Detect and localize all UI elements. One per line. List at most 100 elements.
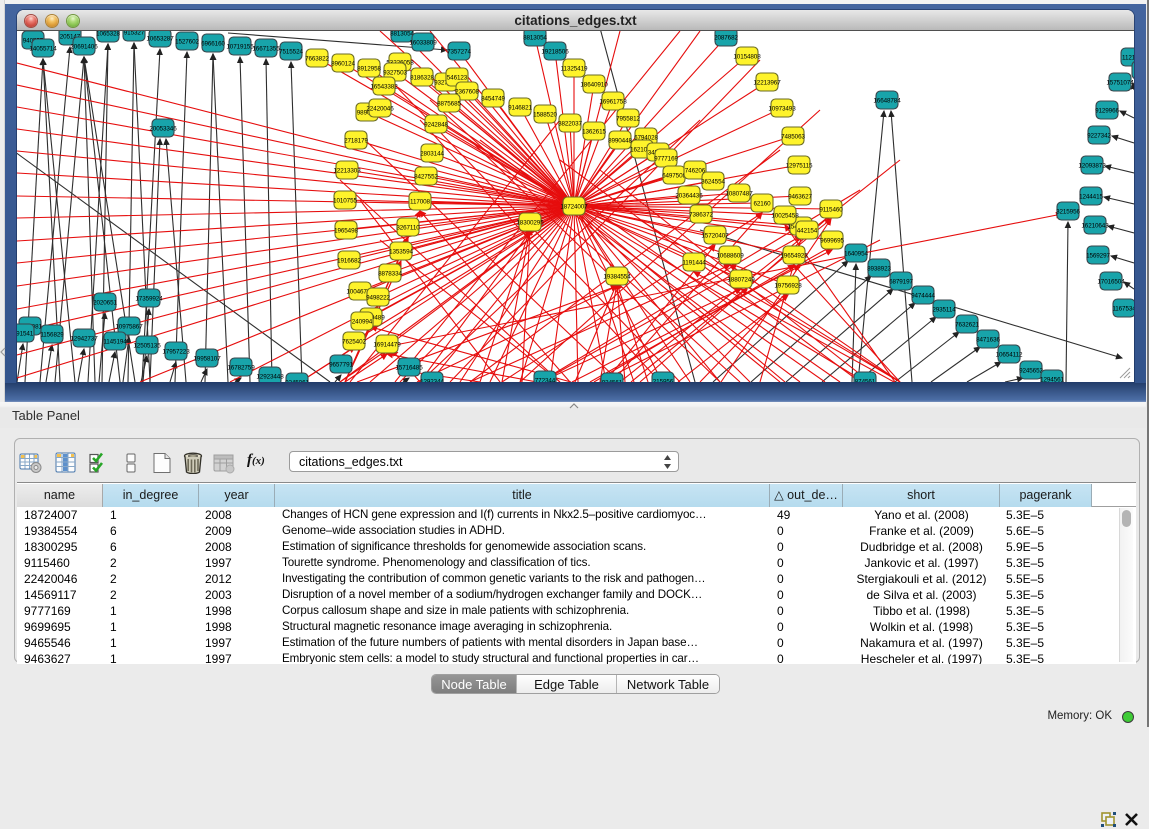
svg-text:8471636: 8471636 bbox=[976, 337, 1000, 344]
svg-text:16543382: 16543382 bbox=[370, 84, 398, 91]
svg-text:18640910: 18640910 bbox=[580, 82, 608, 89]
svg-text:10807487: 10807487 bbox=[725, 191, 753, 198]
svg-text:18724007: 18724007 bbox=[560, 204, 588, 211]
svg-text:7485063: 7485063 bbox=[781, 134, 805, 141]
svg-text:7663822: 7663822 bbox=[305, 56, 329, 63]
svg-text:1588520: 1588520 bbox=[533, 112, 557, 119]
svg-text:10975867: 10975867 bbox=[115, 324, 143, 331]
svg-text:16914479: 16914479 bbox=[373, 342, 401, 349]
svg-text:8454749: 8454749 bbox=[481, 96, 505, 103]
svg-text:9245652: 9245652 bbox=[1019, 368, 1043, 375]
svg-text:391541: 391541 bbox=[17, 331, 34, 338]
svg-text:8427552: 8427552 bbox=[414, 174, 438, 181]
svg-text:1010755: 1010755 bbox=[333, 198, 357, 205]
svg-text:7625402: 7625402 bbox=[342, 339, 366, 346]
svg-text:9245061: 9245061 bbox=[285, 380, 309, 383]
svg-text:16648784: 16648784 bbox=[873, 98, 901, 105]
svg-text:17957223: 17957223 bbox=[162, 349, 190, 356]
svg-text:215956: 215956 bbox=[653, 379, 674, 383]
svg-text:11325419: 11325419 bbox=[561, 66, 588, 73]
svg-text:1294561: 1294561 bbox=[1040, 377, 1064, 383]
svg-text:9129966: 9129966 bbox=[1095, 108, 1119, 115]
svg-text:16210643: 16210643 bbox=[1081, 223, 1109, 230]
svg-text:12213967: 12213967 bbox=[753, 80, 781, 87]
svg-text:19384554: 19384554 bbox=[603, 274, 631, 281]
svg-text:1065328: 1065328 bbox=[96, 31, 120, 38]
svg-text:117008: 117008 bbox=[410, 199, 431, 206]
svg-text:3822037: 3822037 bbox=[558, 121, 582, 128]
svg-text:915327: 915327 bbox=[124, 31, 145, 37]
svg-text:1167534: 1167534 bbox=[1112, 306, 1134, 313]
svg-text:8813054: 8813054 bbox=[523, 35, 547, 42]
svg-text:7955812: 7955812 bbox=[616, 116, 640, 123]
svg-text:12942737: 12942737 bbox=[70, 336, 98, 343]
svg-text:12213303: 12213303 bbox=[333, 168, 361, 175]
svg-text:10973493: 10973493 bbox=[768, 106, 796, 113]
svg-text:10154808: 10154808 bbox=[733, 54, 761, 61]
svg-text:10688609: 10688609 bbox=[716, 253, 744, 260]
svg-text:6497508: 6497508 bbox=[662, 173, 686, 180]
svg-text:6879197: 6879197 bbox=[889, 279, 913, 286]
svg-text:1916682: 1916682 bbox=[337, 258, 361, 265]
svg-text:2803144: 2803144 bbox=[420, 151, 444, 158]
svg-text:9146821: 9146821 bbox=[508, 105, 532, 112]
svg-text:22420046: 22420046 bbox=[366, 106, 394, 113]
svg-text:772344: 772344 bbox=[535, 378, 556, 383]
svg-text:9777169: 9777169 bbox=[654, 156, 678, 163]
svg-text:9474444: 9474444 bbox=[911, 293, 935, 300]
svg-text:9699695: 9699695 bbox=[820, 238, 844, 245]
svg-text:3267110: 3267110 bbox=[396, 225, 420, 232]
svg-text:12923448: 12923448 bbox=[256, 374, 284, 381]
svg-text:9115460: 9115460 bbox=[819, 207, 843, 214]
svg-text:1640954: 1640954 bbox=[844, 251, 868, 258]
svg-text:20053346: 20053346 bbox=[149, 126, 177, 133]
svg-text:1965498: 1965498 bbox=[334, 228, 358, 235]
svg-text:16961758: 16961758 bbox=[599, 99, 627, 106]
svg-text:9242848: 9242848 bbox=[424, 122, 448, 129]
svg-text:1362615: 1362615 bbox=[582, 129, 606, 136]
svg-text:10653287: 10653287 bbox=[146, 36, 174, 43]
svg-text:18807249: 18807249 bbox=[727, 277, 755, 284]
svg-text:8990448: 8990448 bbox=[608, 138, 632, 145]
svg-text:17359924: 17359924 bbox=[135, 296, 163, 303]
svg-text:14055714: 14055714 bbox=[29, 46, 57, 53]
svg-text:8912958: 8912958 bbox=[357, 66, 381, 73]
svg-text:8186328: 8186328 bbox=[410, 75, 434, 82]
svg-text:874561: 874561 bbox=[855, 379, 876, 383]
svg-text:1353594: 1353594 bbox=[389, 249, 413, 256]
svg-text:10654112: 10654112 bbox=[996, 352, 1023, 359]
svg-text:2935114: 2935114 bbox=[932, 307, 956, 314]
svg-text:15716485: 15716485 bbox=[395, 365, 423, 372]
svg-text:7632621: 7632621 bbox=[955, 322, 979, 329]
svg-text:3215956: 3215956 bbox=[1056, 209, 1080, 216]
svg-text:19958107: 19958107 bbox=[193, 356, 221, 363]
svg-text:3624554: 3624554 bbox=[701, 179, 725, 186]
svg-text:8960124: 8960124 bbox=[331, 61, 355, 68]
svg-text:7386372: 7386372 bbox=[689, 212, 713, 219]
svg-text:15720407: 15720407 bbox=[701, 233, 729, 240]
svg-text:19756928: 19756928 bbox=[774, 283, 802, 290]
svg-text:18300295: 18300295 bbox=[516, 220, 544, 227]
svg-text:19654923: 19654923 bbox=[780, 253, 808, 260]
svg-text:9463627: 9463627 bbox=[788, 194, 812, 201]
svg-text:9498222: 9498222 bbox=[366, 295, 390, 302]
svg-text:546123: 546123 bbox=[447, 75, 468, 82]
svg-text:1244415: 1244415 bbox=[1079, 194, 1103, 201]
svg-text:12505135: 12505135 bbox=[133, 343, 161, 350]
svg-text:1292344: 1292344 bbox=[420, 379, 444, 383]
svg-text:9327503: 9327503 bbox=[383, 70, 407, 77]
svg-text:9657791: 9657791 bbox=[329, 362, 353, 369]
svg-text:20691406: 20691406 bbox=[70, 44, 98, 51]
svg-text:16782759: 16782759 bbox=[227, 365, 255, 372]
svg-text:240994: 240994 bbox=[352, 319, 373, 326]
svg-text:6966160: 6966160 bbox=[201, 41, 225, 48]
svg-text:2087682: 2087682 bbox=[714, 35, 738, 42]
svg-text:1145194: 1145194 bbox=[103, 339, 127, 346]
svg-text:2367608: 2367608 bbox=[455, 89, 479, 96]
svg-text:112184: 112184 bbox=[1122, 55, 1134, 62]
svg-text:7515524: 7515524 bbox=[279, 49, 303, 56]
svg-text:15751074: 15751074 bbox=[1106, 80, 1134, 87]
svg-text:12093872: 12093872 bbox=[1078, 163, 1106, 170]
svg-text:10025458: 10025458 bbox=[771, 213, 799, 220]
svg-text:9227342: 9227342 bbox=[1087, 133, 1111, 140]
